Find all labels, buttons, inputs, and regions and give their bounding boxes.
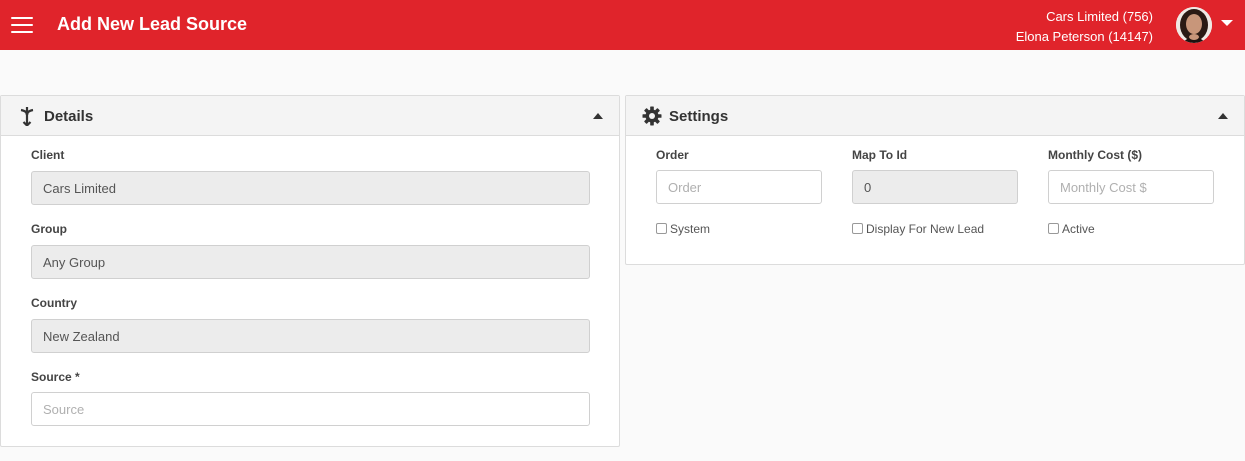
country-field[interactable] <box>31 319 590 353</box>
avatar[interactable] <box>1176 7 1212 43</box>
group-label: Group <box>31 222 67 236</box>
map-to-id-label: Map To Id <box>852 148 908 162</box>
settings-panel-header: Settings <box>626 96 1244 136</box>
details-panel-title: Details <box>44 108 94 125</box>
order-label: Order <box>656 148 689 162</box>
settings-panel: Settings Order Map To Id Monthly Cost ($… <box>625 95 1245 265</box>
system-checkbox-row[interactable]: System <box>656 222 710 236</box>
monthly-cost-label: Monthly Cost ($) <box>1048 148 1142 162</box>
collapse-caret-icon[interactable] <box>593 113 603 119</box>
client-field[interactable] <box>31 171 590 205</box>
active-checkbox-row[interactable]: Active <box>1048 222 1095 236</box>
map-to-id-field[interactable] <box>852 170 1018 204</box>
details-panel-header: Details <box>1 96 619 136</box>
country-label: Country <box>31 296 77 310</box>
top-app-bar: Add New Lead Source Cars Limited (756) E… <box>0 0 1245 50</box>
page-title: Add New Lead Source <box>57 14 248 34</box>
collapse-caret-icon[interactable] <box>1218 113 1228 119</box>
settings-panel-title: Settings <box>669 108 729 125</box>
source-label: Source * <box>31 370 80 384</box>
active-checkbox-label: Active <box>1062 222 1095 236</box>
group-field[interactable] <box>31 245 590 279</box>
display-for-new-lead-checkbox[interactable] <box>852 223 863 234</box>
details-panel: Details Client Group Country Source * <box>0 95 620 447</box>
display-for-new-lead-checkbox-label: Display For New Lead <box>866 222 985 236</box>
merge-arrow-icon <box>20 107 34 126</box>
company-name: Cars Limited (756) <box>1046 9 1153 24</box>
hamburger-menu-icon[interactable] <box>11 15 33 35</box>
user-name: Elona Peterson (14147) <box>1015 29 1153 44</box>
system-checkbox-label: System <box>670 222 711 236</box>
client-label: Client <box>31 148 65 162</box>
source-input[interactable] <box>31 392 590 426</box>
caret-down-icon[interactable] <box>1221 20 1233 26</box>
system-checkbox[interactable] <box>656 223 667 234</box>
avatar-image <box>1176 7 1212 43</box>
user-info: Cars Limited (756) Elona Peterson (14147… <box>1016 7 1153 47</box>
display-for-new-lead-checkbox-row[interactable]: Display For New Lead <box>852 222 984 236</box>
monthly-cost-input[interactable] <box>1048 170 1214 204</box>
gear-icon <box>642 106 662 126</box>
order-input[interactable] <box>656 170 822 204</box>
active-checkbox[interactable] <box>1048 223 1059 234</box>
